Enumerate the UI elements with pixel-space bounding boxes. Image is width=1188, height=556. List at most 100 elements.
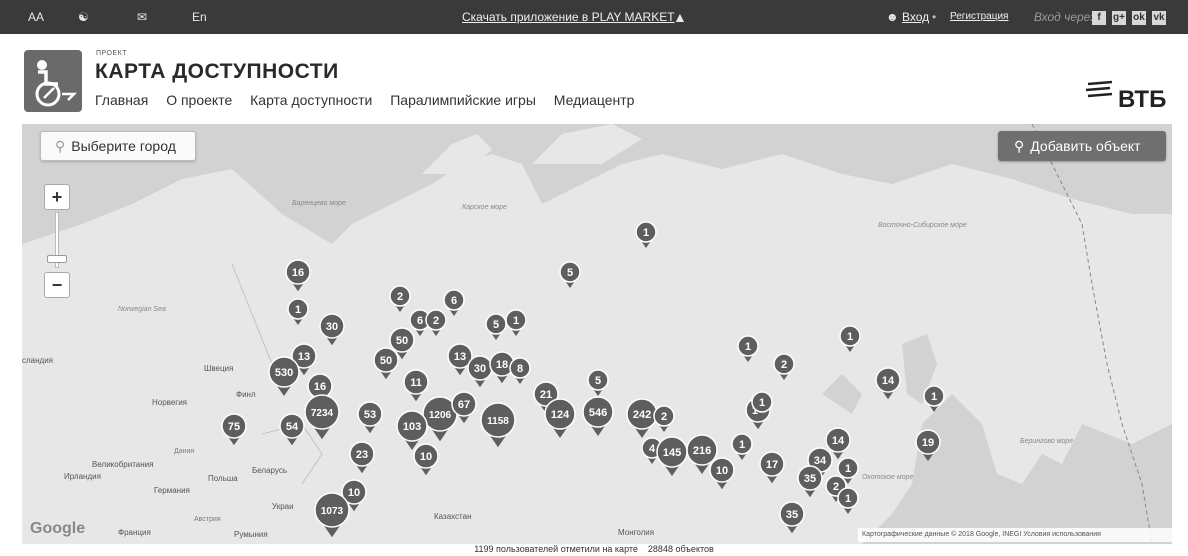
map-marker[interactable]: 54 [279, 413, 305, 446]
nav-media[interactable]: Медиацентр [554, 92, 635, 108]
map-marker[interactable]: 1 [737, 335, 759, 362]
marker-count: 1 [845, 493, 851, 505]
map-canvas[interactable]: Баренцево море Карское море Восточно-Сиб… [22, 124, 1172, 544]
location-pin-icon: ⚲ [1014, 138, 1025, 154]
user-icon: ☻ [886, 10, 899, 24]
mail-icon[interactable]: ✉ [137, 0, 147, 34]
play-market-link[interactable]: Скачать приложение в PLAY MARKET [462, 0, 675, 34]
map-marker[interactable]: 1 [923, 385, 945, 412]
map-marker[interactable]: 242 [626, 398, 658, 438]
marker-count: 16 [314, 381, 326, 393]
marker-count: 8 [517, 363, 523, 375]
map-marker[interactable]: 1 [731, 433, 753, 460]
play-market-text[interactable]: Скачать приложение в PLAY MARKET [462, 10, 675, 24]
nav-paralympics[interactable]: Паралимпийские игры [390, 92, 536, 108]
map-marker[interactable]: 2 [425, 309, 447, 336]
map-marker[interactable]: 7234 [304, 394, 340, 440]
map-marker[interactable]: 1 [635, 221, 657, 248]
zoom-out-button[interactable]: − [44, 272, 70, 298]
register-text[interactable]: Регистрация [950, 11, 1008, 22]
marker-count: 1158 [487, 416, 509, 427]
map-marker[interactable]: 2 [389, 285, 411, 312]
nav-home[interactable]: Главная [95, 92, 148, 108]
map-marker[interactable]: 5 [587, 369, 609, 396]
site-title[interactable]: КАРТА ДОСТУПНОСТИ [95, 60, 339, 84]
marker-count: 17 [766, 459, 778, 471]
map-marker[interactable]: 1073 [314, 492, 350, 538]
map-marker[interactable]: 75 [221, 413, 247, 446]
map-marker[interactable]: 10 [709, 457, 735, 490]
sitemap-icon[interactable]: ☯ [78, 0, 89, 34]
map-marker[interactable]: 2 [653, 405, 675, 432]
marker-count: 103 [403, 421, 421, 433]
map-marker[interactable]: 5 [485, 313, 507, 340]
map-marker[interactable]: 50 [373, 347, 399, 380]
nav-about[interactable]: О проекте [166, 92, 232, 108]
map-marker[interactable]: 8 [509, 357, 531, 384]
map-marker[interactable]: 19 [915, 429, 941, 462]
vk-icon[interactable]: vk [1152, 10, 1166, 25]
register-link[interactable]: Регистрация [950, 0, 1008, 34]
facebook-icon[interactable]: f [1092, 10, 1106, 25]
marker-count: 18 [496, 359, 508, 371]
marker-count: 21 [540, 389, 552, 401]
map-copyright[interactable]: Картографические данные © 2018 Google, I… [858, 528, 1172, 542]
odnoklassniki-icon[interactable]: ok [1132, 10, 1146, 25]
marker-count: 5 [567, 267, 573, 279]
sponsor-logo[interactable]: ВТБ [1118, 86, 1166, 114]
map-marker[interactable]: 35 [797, 465, 823, 498]
map-marker[interactable]: 11 [403, 369, 429, 402]
map-marker[interactable]: 16 [285, 259, 311, 292]
main-nav: Главная О проекте Карта доступности Пара… [95, 92, 648, 108]
map-marker[interactable]: 1 [287, 298, 309, 325]
map-marker[interactable]: 5 [559, 261, 581, 288]
map-marker[interactable]: 145 [656, 436, 688, 476]
marker-count: 14 [882, 375, 895, 387]
google-plus-icon[interactable]: g+ [1112, 10, 1126, 25]
vtb-logo-icon [1085, 80, 1113, 98]
marker-count: 1 [643, 227, 649, 239]
add-object-button[interactable]: ⚲ Добавить объект [998, 131, 1166, 161]
map-marker[interactable]: 530 [268, 356, 300, 396]
language-switch[interactable]: En [192, 0, 207, 34]
marker-count: 10 [420, 451, 432, 463]
zoom-slider-handle[interactable] [47, 255, 67, 263]
marker-count: 2 [781, 359, 787, 371]
marker-count: 1 [513, 315, 519, 327]
marker-count: 75 [228, 421, 240, 433]
map-marker[interactable]: 546 [582, 396, 614, 436]
marker-layer: 161302 66 2 5 1501353050 1330 18 816 117234 53 120… [221, 221, 945, 538]
login-text[interactable]: Вход [902, 10, 929, 24]
marker-count: 5 [595, 375, 601, 387]
nav-map[interactable]: Карта доступности [250, 92, 372, 108]
marker-count: 10 [348, 487, 360, 499]
marker-count: 216 [693, 445, 711, 457]
marker-count: 7234 [311, 408, 334, 419]
accessibility-logo[interactable] [24, 50, 82, 112]
map-marker[interactable]: 2 [773, 353, 795, 380]
marker-count: 30 [474, 363, 486, 375]
marker-count: 1 [745, 341, 751, 353]
map-marker[interactable]: 30 [319, 313, 345, 346]
map-marker[interactable]: 53 [357, 401, 383, 434]
marker-count: 145 [663, 447, 681, 459]
map-marker[interactable]: 1158 [480, 402, 516, 448]
map-marker[interactable]: 30 [467, 355, 493, 388]
map-marker[interactable]: 1 [837, 487, 859, 514]
map-marker[interactable]: 23 [349, 441, 375, 474]
map-marker[interactable]: 35 [779, 501, 805, 534]
choose-city-button[interactable]: ⚲ Выберите город [40, 131, 196, 161]
map-marker[interactable]: 14 [875, 367, 901, 400]
marker-count: 50 [380, 355, 392, 367]
map-marker[interactable]: 6 [443, 289, 465, 316]
map-marker[interactable]: 1 [839, 325, 861, 352]
login-link[interactable]: Вход [902, 0, 929, 34]
zoom-in-button[interactable]: + [44, 184, 70, 210]
marker-count: 1 [847, 331, 853, 343]
font-size-toggle[interactable]: AA [28, 0, 44, 34]
map-marker[interactable]: 1 [505, 309, 527, 336]
map-marker[interactable]: 10 [413, 443, 439, 476]
map-marker[interactable]: 17 [759, 451, 785, 484]
marker-count: 5 [493, 319, 499, 331]
map-marker[interactable]: 124 [544, 398, 576, 438]
